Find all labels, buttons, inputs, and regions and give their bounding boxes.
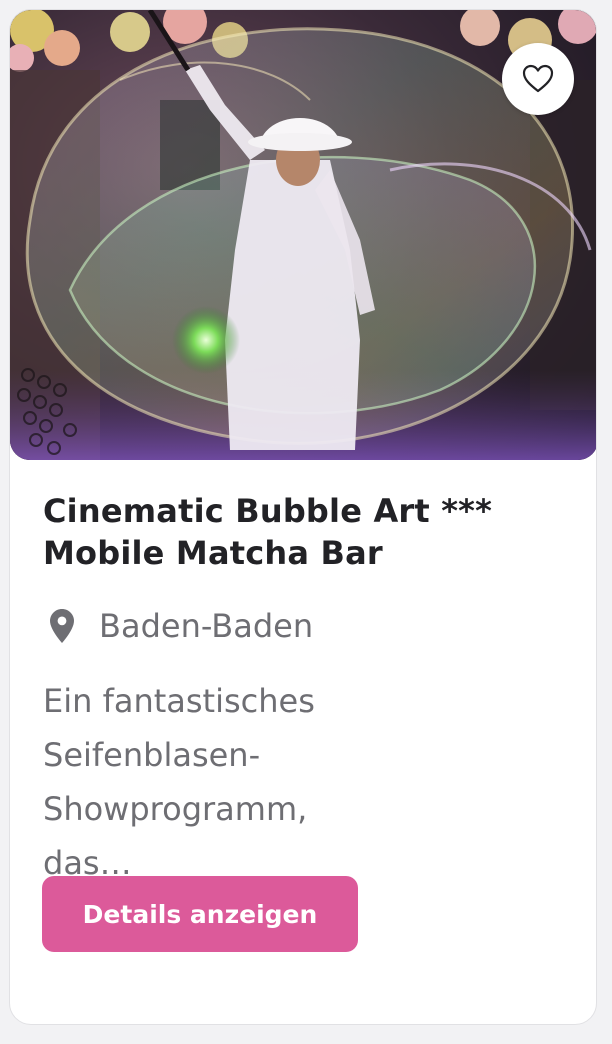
map-pin-icon <box>47 607 77 645</box>
favorite-button[interactable] <box>502 43 574 115</box>
listing-card[interactable]: Cinematic Bubble Art *** Mobile Matcha B… <box>9 9 597 1025</box>
location-row: Baden-Baden <box>43 604 568 648</box>
card-content: Cinematic Bubble Art *** Mobile Matcha B… <box>43 490 568 890</box>
heart-outline-icon <box>522 64 554 94</box>
listing-title[interactable]: Cinematic Bubble Art *** Mobile Matcha B… <box>43 490 568 574</box>
performer-photo[interactable] <box>10 10 596 460</box>
listing-description: Ein fantastisches Seifenblasen-Showprogr… <box>43 682 315 882</box>
location-label: Baden-Baden <box>99 607 314 645</box>
details-button[interactable]: Details anzeigen <box>42 876 358 952</box>
